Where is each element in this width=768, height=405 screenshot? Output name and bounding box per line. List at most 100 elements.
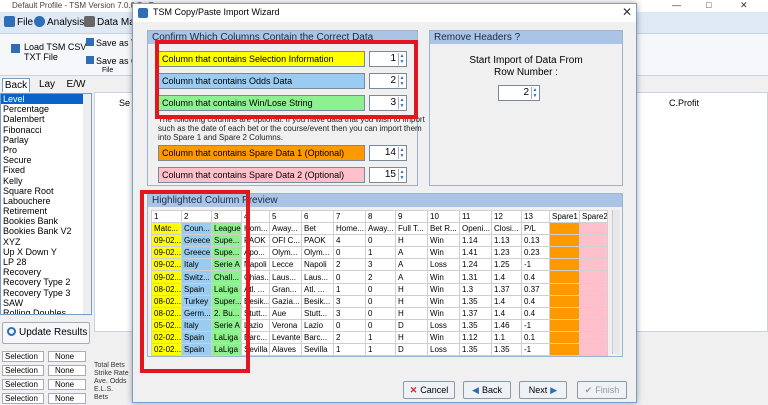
preview-scrollbar[interactable] — [612, 210, 620, 354]
preview-column-number: 11 — [459, 209, 492, 224]
cancel-button[interactable]: ✕ Cancel — [403, 381, 455, 399]
preview-cell: 0 — [365, 318, 396, 332]
next-label: Next — [528, 385, 548, 395]
staking-plan-item[interactable]: SAW — [1, 298, 91, 308]
preview-cell: Barc... — [301, 330, 334, 345]
preview-cell: H — [395, 306, 428, 320]
preview-column-number: 13 — [521, 209, 550, 224]
preview-cell — [549, 222, 580, 236]
staking-plan-item[interactable]: Square Root — [1, 186, 91, 196]
selection-dropdown[interactable]: Selection — [2, 379, 44, 390]
txt-file-label: TXT File — [24, 52, 58, 62]
selection-row: Selection None — [0, 349, 92, 363]
staking-plan-item[interactable]: Fibonacci — [1, 125, 91, 135]
check-icon: ✔ — [584, 385, 593, 395]
staking-plan-item[interactable]: Retirement — [1, 206, 91, 216]
selection-value-dropdown[interactable]: None — [48, 365, 86, 376]
selection-row: Selection None — [0, 363, 92, 377]
update-results-button[interactable]: Update Results — [2, 322, 90, 344]
save-as-button-2[interactable]: Save as C — [86, 56, 138, 66]
preview-cell: Full T... — [395, 222, 428, 236]
spinner-arrows-icon[interactable]: ▲ ▼ — [398, 147, 405, 159]
staking-plan-item[interactable]: Secure — [1, 155, 91, 165]
list-scrollbar[interactable] — [83, 94, 91, 314]
staking-plan-item[interactable]: Kelly — [1, 176, 91, 186]
start-row-spinner[interactable]: 2 ▲ ▼ — [498, 85, 540, 101]
tab-back[interactable]: Back — [2, 78, 30, 92]
selection-value-dropdown[interactable]: None — [48, 351, 86, 362]
app-icon — [138, 8, 148, 18]
spare1-column-label: Column that contains Spare Data 1 (Optio… — [162, 148, 345, 158]
staking-plan-item[interactable]: Percentage — [1, 104, 91, 114]
staking-plan-item[interactable]: Recovery Type 3 — [1, 288, 91, 298]
preview-cell: Win — [427, 246, 460, 260]
staking-plan-item[interactable]: Pro — [1, 145, 91, 155]
start-import-label-2: Row Number : — [494, 67, 558, 78]
preview-cell — [549, 294, 580, 308]
preview-column-number: 5 — [269, 209, 302, 224]
preview-cell: Aue — [269, 306, 302, 320]
staking-plan-item[interactable]: Up X Down Y — [1, 247, 91, 257]
stat-label: Bets — [94, 394, 109, 401]
close-icon[interactable]: ✕ — [740, 0, 748, 11]
selection-value-dropdown[interactable]: None — [48, 379, 86, 390]
staking-plan-item[interactable]: Parlay — [1, 135, 91, 145]
preview-cell: Openi... — [459, 222, 492, 236]
staking-plan-item[interactable]: Bookies Bank — [1, 216, 91, 226]
preview-cell: 0 — [333, 318, 366, 332]
staking-plan-item[interactable]: Dalembert — [1, 114, 91, 124]
preview-cell: 1.12 — [459, 330, 492, 345]
selection-dropdown[interactable]: Selection — [2, 365, 44, 376]
staking-plan-item[interactable]: LP 28 — [1, 257, 91, 267]
spinner-arrows-icon[interactable]: ▲ ▼ — [531, 87, 538, 99]
preview-cell: H — [395, 234, 428, 248]
globe-icon — [34, 16, 45, 27]
preview-cell — [579, 306, 608, 320]
staking-plan-item[interactable]: Labouchere — [1, 196, 91, 206]
preview-cell: 0.37 — [521, 282, 550, 296]
staking-plan-item[interactable]: Bookies Bank V2 — [1, 226, 91, 236]
start-row-value: 2 — [523, 87, 529, 98]
menu-analysis[interactable]: Analysis — [34, 16, 84, 28]
selection-label: Selection — [5, 366, 38, 375]
staking-plan-item[interactable]: Recovery Type 2 — [1, 277, 91, 287]
tab-lay[interactable]: Lay — [34, 78, 60, 92]
preview-cell: 1.35 — [459, 343, 492, 357]
staking-plan-list[interactable]: Level Percentage Dalembert Fibonacci Parlay P… — [0, 93, 92, 315]
tab-ew[interactable]: E/W — [62, 78, 90, 92]
save-as-button-1[interactable]: Save as T — [86, 38, 136, 48]
preview-cell — [579, 343, 608, 357]
maximize-icon[interactable]: □ — [706, 0, 711, 10]
back-arrow-icon: ◀ — [472, 385, 479, 395]
stat-label: Ave. Odds — [94, 378, 127, 385]
preview-cell — [549, 246, 580, 260]
preview-cell: Win — [427, 234, 460, 248]
spare2-column-spinner[interactable]: 15 ▲ ▼ — [369, 167, 407, 183]
spinner-arrows-icon[interactable]: ▲ ▼ — [398, 169, 405, 181]
next-button[interactable]: Next ▶ — [519, 381, 567, 399]
selection-value-dropdown[interactable]: None — [48, 393, 86, 404]
selection-dropdown[interactable]: Selection — [2, 351, 44, 362]
preview-cell: Loss — [427, 318, 460, 332]
menu-file[interactable]: File — [4, 16, 33, 28]
grid-header-cprofit: C.Profit — [669, 98, 700, 108]
staking-plan-item[interactable]: Rolling Doubles — [1, 308, 91, 314]
load-tsm-csv-button[interactable]: Load TSM CSV TXT File — [10, 42, 86, 62]
staking-plan-item[interactable]: Fixed — [1, 165, 91, 175]
preview-cell: 1.3 — [459, 282, 492, 296]
finish-button[interactable]: ✔ Finish — [577, 381, 627, 399]
preview-cell: Lecce — [269, 258, 302, 272]
preview-cell: 1 — [333, 343, 366, 357]
preview-cell: Laus... — [269, 270, 302, 284]
staking-plan-item[interactable]: XYZ — [1, 237, 91, 247]
dialog-close-icon[interactable]: ✕ — [622, 5, 632, 19]
staking-plan-item[interactable]: Level — [1, 94, 91, 105]
minimize-icon[interactable]: — — [672, 0, 681, 10]
spare1-column-spinner[interactable]: 14 ▲ ▼ — [369, 145, 407, 161]
preview-cell: Lazio — [301, 318, 334, 332]
staking-plan-item[interactable]: Recovery — [1, 267, 91, 277]
selection-dropdown[interactable]: Selection — [2, 393, 44, 404]
cancel-x-icon: ✕ — [409, 385, 418, 395]
preview-cell: Gazia... — [269, 294, 302, 308]
back-button[interactable]: ◀ Back — [463, 381, 511, 399]
